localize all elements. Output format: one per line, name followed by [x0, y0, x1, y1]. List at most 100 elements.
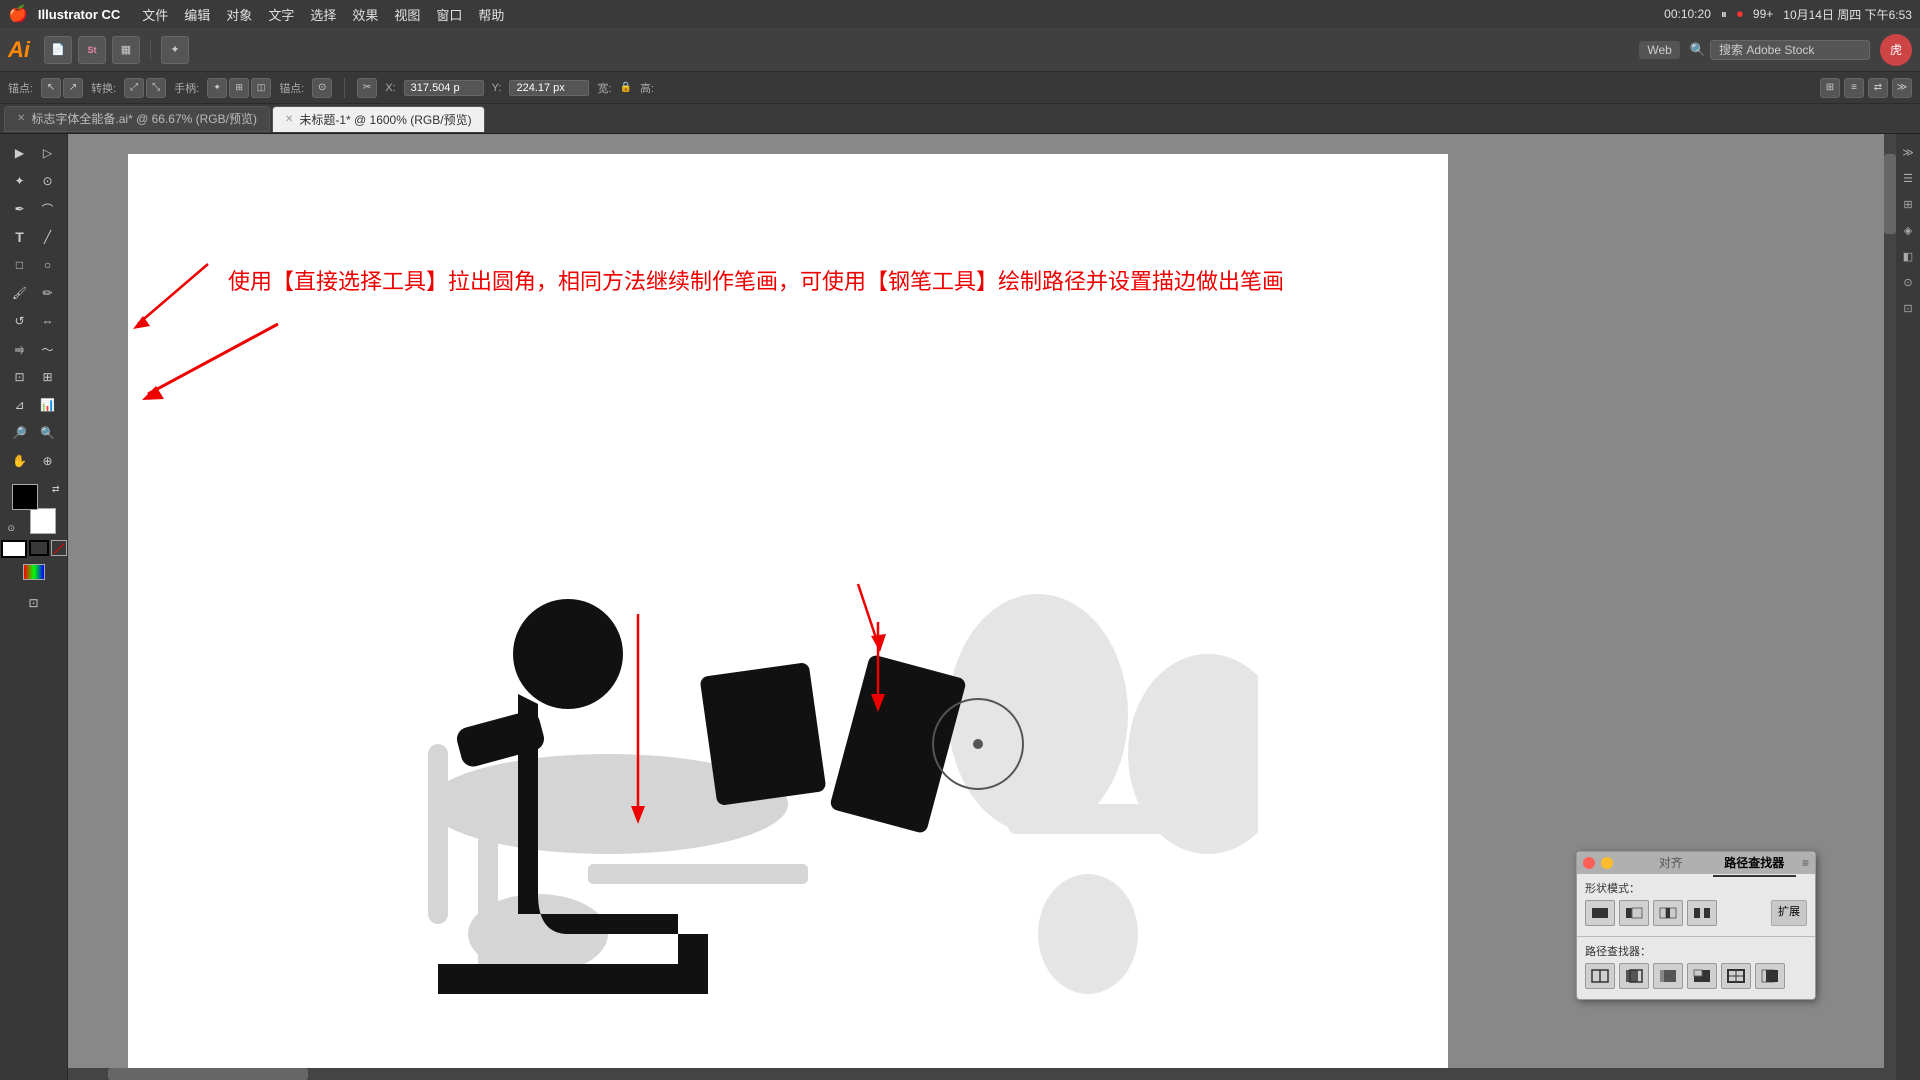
reflect-tool[interactable]: ⇔ — [35, 308, 61, 334]
crop-btn[interactable] — [1687, 963, 1717, 989]
expand-btn[interactable]: ≫ — [1892, 78, 1912, 98]
handle-btn1[interactable]: ✦ — [207, 78, 227, 98]
hscrollbar[interactable] — [68, 1068, 1884, 1080]
exclude-btn[interactable] — [1687, 900, 1717, 926]
color-mode-btn[interactable] — [23, 564, 45, 580]
warp-tool[interactable]: 〜 — [35, 336, 61, 362]
templates-button[interactable]: St — [78, 36, 106, 64]
menu-help[interactable]: 帮助 — [478, 5, 504, 24]
intersect-btn[interactable] — [1653, 900, 1683, 926]
handle-btn3[interactable]: ◫ — [251, 78, 271, 98]
tab-2[interactable]: ✕ 未标题-1* @ 1600% (RGB/预览) — [272, 106, 485, 132]
menu-file[interactable]: 文件 — [142, 5, 168, 24]
right-panel-btn-5[interactable]: ◧ — [1898, 246, 1918, 266]
foreground-color-swatch[interactable] — [12, 484, 38, 510]
artboard-tool[interactable]: ⊡ — [21, 590, 47, 616]
default-colors-btn[interactable]: ⊙ — [8, 523, 16, 534]
search-input[interactable] — [1710, 40, 1870, 60]
tab-1[interactable]: ✕ 标志字体全能备.ai* @ 66.67% (RGB/预览) — [4, 106, 270, 132]
tab-2-close[interactable]: ✕ — [285, 114, 293, 125]
outline-btn[interactable] — [1721, 963, 1751, 989]
fill-btn[interactable] — [1, 540, 27, 558]
right-panel-btn-4[interactable]: ◈ — [1898, 220, 1918, 240]
menu-view[interactable]: 视图 — [394, 5, 420, 24]
tab-pathfinder[interactable]: 路径查找器 — [1713, 850, 1797, 877]
apple-menu[interactable]: 🍎 — [8, 4, 28, 24]
lasso-tool[interactable]: ⊙ — [35, 168, 61, 194]
chart-tool[interactable]: 📊 — [35, 392, 61, 418]
menu-select[interactable]: 选择 — [310, 5, 336, 24]
hand-tool[interactable]: ✋ — [7, 448, 33, 474]
anchor-dir-btn[interactable]: ↗ — [63, 78, 83, 98]
stroke-btn[interactable] — [29, 540, 49, 556]
direct-selection-tool[interactable]: ▷ — [35, 140, 61, 166]
swap-colors-btn[interactable]: ⇄ — [52, 484, 60, 495]
right-panel-btn-6[interactable]: ⊙ — [1898, 272, 1918, 292]
arrange-objects-btn[interactable]: ⊞ — [1820, 78, 1840, 98]
prop-btn-cut[interactable]: ✂ — [357, 78, 377, 98]
perspective-grid-tool[interactable]: ⊿ — [7, 392, 33, 418]
menu-window[interactable]: 窗口 — [436, 5, 462, 24]
y-field[interactable]: 224.17 px — [509, 80, 589, 96]
expand-btn[interactable]: 扩展 — [1771, 900, 1807, 926]
divide-btn[interactable] — [1585, 963, 1615, 989]
artwork-svg[interactable] — [258, 374, 1258, 1074]
pathfinder-close-btn[interactable] — [1583, 857, 1595, 869]
lock-proportions-btn[interactable]: 🔒 — [620, 82, 632, 93]
width-tool[interactable]: ⥤ — [7, 336, 33, 362]
convert-btn1[interactable]: ⤢ — [124, 78, 144, 98]
transform-objects-btn[interactable]: ⇄ — [1868, 78, 1888, 98]
anchor-corner-btn[interactable]: ↖ — [41, 78, 61, 98]
menu-text[interactable]: 文字 — [268, 5, 294, 24]
pathfinder-menu-btn[interactable]: ≡ — [1802, 856, 1809, 870]
x-field[interactable]: 317.504 p — [404, 80, 484, 96]
pencil-tool[interactable]: ✏ — [35, 280, 61, 306]
selection-tool[interactable]: ▶ — [7, 140, 33, 166]
line-tool[interactable]: ╱ — [35, 224, 61, 250]
type-tool[interactable]: T — [7, 224, 33, 250]
workspace-web[interactable]: Web — [1639, 41, 1679, 59]
magic-wand-tool[interactable]: ✦ — [7, 168, 33, 194]
menu-edit[interactable]: 编辑 — [184, 5, 210, 24]
pathfinder-minimize-btn[interactable] — [1601, 857, 1613, 869]
search-icon: 🔍 — [1690, 42, 1706, 58]
free-transform-tool[interactable]: ⊡ — [7, 364, 33, 390]
anchor2-btn[interactable]: ⊙ — [312, 78, 332, 98]
zoom-in-tool[interactable]: 🔎 — [7, 420, 33, 446]
rectangle-tool[interactable]: □ — [7, 252, 33, 278]
menu-effect[interactable]: 效果 — [352, 5, 378, 24]
arrange-button[interactable]: ✦ — [161, 36, 189, 64]
right-panel-btn-7[interactable]: ⊡ — [1898, 298, 1918, 318]
right-panel-btn-2[interactable]: ☰ — [1898, 168, 1918, 188]
pen-tool[interactable]: ✒ — [7, 196, 33, 222]
unite-btn[interactable] — [1585, 900, 1615, 926]
user-avatar[interactable]: 虎 — [1880, 34, 1912, 66]
zoom-tool[interactable]: ⊕ — [35, 448, 61, 474]
convert-btn2[interactable]: ⤡ — [146, 78, 166, 98]
paint-brush-tool[interactable]: 🖌 — [7, 280, 33, 306]
right-panel-btn-1[interactable]: ≫ — [1898, 142, 1918, 162]
menu-object[interactable]: 对象 — [226, 5, 252, 24]
new-doc-button[interactable]: 📄 — [44, 36, 72, 64]
handle-btn2[interactable]: ⊞ — [229, 78, 249, 98]
merge-btn[interactable] — [1653, 963, 1683, 989]
minus-back-btn[interactable] — [1755, 963, 1785, 989]
shape-builder-tool[interactable]: ⊞ — [35, 364, 61, 390]
rotate-tool[interactable]: ↺ — [7, 308, 33, 334]
align-objects-btn[interactable]: ≡ — [1844, 78, 1864, 98]
trim-btn[interactable] — [1619, 963, 1649, 989]
tab-1-close[interactable]: ✕ — [17, 113, 25, 124]
vscroll-thumb[interactable] — [1884, 154, 1896, 234]
vscrollbar[interactable] — [1884, 134, 1896, 1080]
background-color-swatch[interactable] — [30, 508, 56, 534]
zoom-out-tool[interactable]: 🔍 — [35, 420, 61, 446]
workspace-button[interactable]: ▦ — [112, 36, 140, 64]
hscroll-thumb[interactable] — [108, 1068, 308, 1080]
ellipse-tool[interactable]: ○ — [35, 252, 61, 278]
minus-front-btn[interactable] — [1619, 900, 1649, 926]
tab-align[interactable]: 对齐 — [1629, 850, 1713, 877]
curvature-tool[interactable]: ⌒ — [35, 196, 61, 222]
right-panel-btn-3[interactable]: ⊞ — [1898, 194, 1918, 214]
notifications-badge[interactable]: 99+ — [1753, 7, 1773, 21]
none-btn[interactable] — [51, 540, 67, 556]
